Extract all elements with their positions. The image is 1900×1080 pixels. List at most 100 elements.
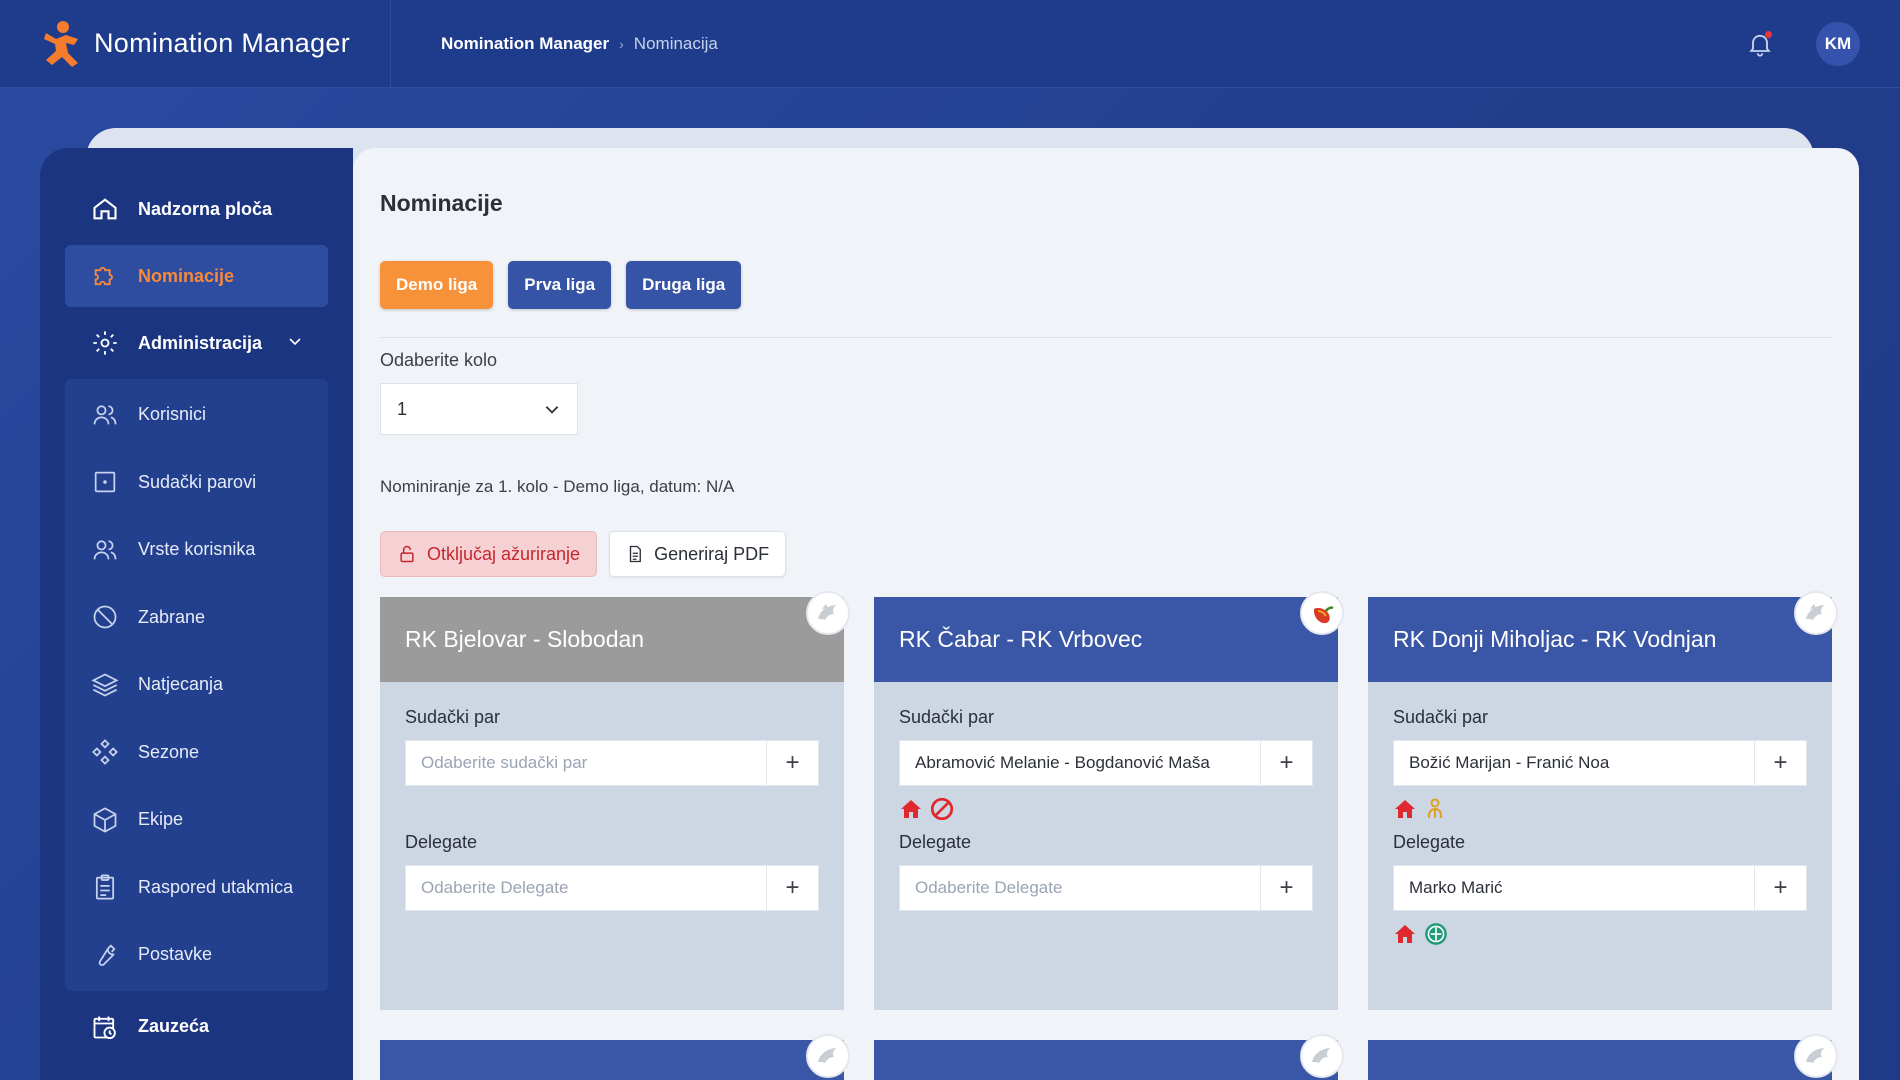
match-card [1368,1034,1838,1080]
sidebar-item-seasons[interactable]: Sezone [65,719,328,787]
add-delegate-button[interactable]: + [1754,866,1806,910]
delegate-field[interactable]: Odaberite Delegate + [405,865,819,911]
referee-pair-input[interactable]: Odaberite sudački par [406,741,766,785]
brand[interactable]: Nomination Manager [0,0,391,88]
unlock-update-label: Otključaj ažuriranje [427,543,581,564]
sidebar-item-match-schedule[interactable]: Raspored utakmica [65,854,328,922]
sidebar-item-settings[interactable]: Postavke [65,921,328,989]
sidebar-item-label: Natjecanja [138,674,224,695]
home-icon [90,194,120,224]
add-delegate-button[interactable]: + [766,866,818,910]
sidebar-item-label: Nominacije [138,265,235,286]
wolf-icon [1794,591,1838,635]
match-cards-next-row [380,1034,1838,1080]
users-icon [90,400,120,430]
referee-pair-input[interactable]: Abramović Melanie - Bogdanović Maša [900,741,1260,785]
match-card-header: RK Čabar - RK Vrbovec [874,597,1338,682]
brand-logo-icon [44,20,78,67]
top-bar: Nomination Manager Nomination Manager › … [0,0,1900,88]
delegate-input[interactable]: Odaberite Delegate [900,866,1260,910]
notification-button[interactable] [1746,30,1774,58]
user-avatar[interactable]: KM [1816,21,1860,66]
sidebar-item-label: Vrste korisnika [138,539,256,560]
sidebar-item-users[interactable]: Korisnici [65,381,328,449]
home-icon [1395,925,1415,943]
add-referee-pair-button[interactable]: + [1754,741,1806,785]
delegate-label: Delegate [1393,832,1466,852]
referee-pair-field[interactable]: Odaberite sudački par + [405,740,819,786]
round-label: Odaberite kolo [380,350,498,370]
sidebar-item-label: Raspored utakmica [138,876,294,897]
app-name: Nomination Manager [94,28,351,58]
match-card [380,1034,850,1080]
wolf-icon [806,1034,850,1078]
match-card: RK Bjelovar - Slobodan Sudački par Odabe… [380,591,850,1010]
sidebar-item-administration[interactable]: Administracija [65,312,328,374]
referee-pair-field[interactable]: Abramović Melanie - Bogdanović Maša + [899,740,1313,786]
ban-icon [930,797,954,821]
dice-icon [90,467,120,497]
unlock-update-button[interactable]: Otključaj ažuriranje [380,531,598,577]
breadcrumb-current: Nominacija [633,33,718,53]
sidebar-item-label: Nadzorna ploča [138,198,273,219]
wolf-icon [806,591,850,635]
tab-demo-liga[interactable]: Demo liga [380,261,494,309]
delegate-field[interactable]: Odaberite Delegate + [899,865,1313,911]
puzzle-icon [90,261,120,291]
round-select[interactable]: 1 [380,383,578,435]
action-buttons: Otključaj ažuriranje Generiraj PDF [380,531,1832,577]
generate-pdf-button[interactable]: Generiraj PDF [609,531,787,577]
home-icon [901,800,921,818]
sidebar-item-nominations[interactable]: Nominacije [65,245,328,307]
clipboard-icon [90,872,120,902]
delegate-label: Delegate [405,832,478,852]
tab-druga-liga[interactable]: Druga liga [626,261,742,309]
sidebar-item-teams[interactable]: Ekipe [65,786,328,854]
box-icon [90,805,120,835]
delegate-input[interactable]: Odaberite Delegate [406,866,766,910]
match-card: RK Čabar - RK Vrbovec Sudački par Abramo… [874,591,1344,1010]
add-referee-pair-button[interactable]: + [766,741,818,785]
chevron-down-icon [545,406,559,414]
referee-pair-label: Sudački par [405,707,501,727]
sidebar-item-label: Ekipe [138,809,184,830]
league-tabs: Demo liga Prva liga Druga liga [380,261,1832,338]
sidebar-item-user-types[interactable]: Vrste korisnika [65,516,328,584]
match-card-header: RK Bjelovar - Slobodan [380,597,844,682]
match-title: RK Čabar - RK Vrbovec [899,626,1143,652]
wolf-icon [1794,1034,1838,1078]
referee-pair-input[interactable]: Božić Marijan - Franić Noa [1394,741,1754,785]
breadcrumb-separator: › [619,35,624,52]
add-delegate-button[interactable]: + [1260,866,1312,910]
sidebar-item-occupancy[interactable]: Zauzeća [65,996,328,1058]
lock-icon [400,545,414,563]
delegate-status-icons [1393,911,1807,957]
nomination-info: Nominiranje za 1. kolo - Demo liga, datu… [380,477,735,496]
sidebar-item-dashboard[interactable]: Nadzorna ploča [65,178,328,240]
admin-subnav: Korisnici Sudački parovi Vrste korisnika… [65,379,328,991]
chili-icon [1300,591,1344,635]
delegate-input[interactable]: Marko Marić [1394,866,1754,910]
delegate-field[interactable]: Marko Marić + [1393,865,1807,911]
sidebar-item-label: Postavke [138,944,213,965]
home-icon [1395,800,1415,818]
sidebar-item-referee-pairs[interactable]: Sudački parovi [65,449,328,517]
referee-pair-label: Sudački par [899,707,995,727]
add-referee-pair-button[interactable]: + [1260,741,1312,785]
sidebar-item-label: Sezone [138,741,200,762]
delegate-label: Delegate [899,832,972,852]
layers-icon [90,670,120,700]
referee-status-icons [405,786,819,832]
referee-status-icons [899,786,1313,832]
referee-status-icons [1393,786,1807,832]
match-card-header: RK Donji Miholjac - RK Vodnjan [1368,597,1832,682]
sidebar-item-bans[interactable]: Zabrane [65,584,328,652]
emblem-icon [1425,923,1447,945]
notification-dot [1765,30,1772,38]
sidebar-item-competitions[interactable]: Natjecanja [65,651,328,719]
referee-pair-field[interactable]: Božić Marijan - Franić Noa + [1393,740,1807,786]
tab-prva-liga[interactable]: Prva liga [508,261,612,309]
breadcrumb-root[interactable]: Nomination Manager [441,34,609,54]
sidebar-item-label: Korisnici [138,404,207,425]
person-pair-icon [1428,798,1442,818]
